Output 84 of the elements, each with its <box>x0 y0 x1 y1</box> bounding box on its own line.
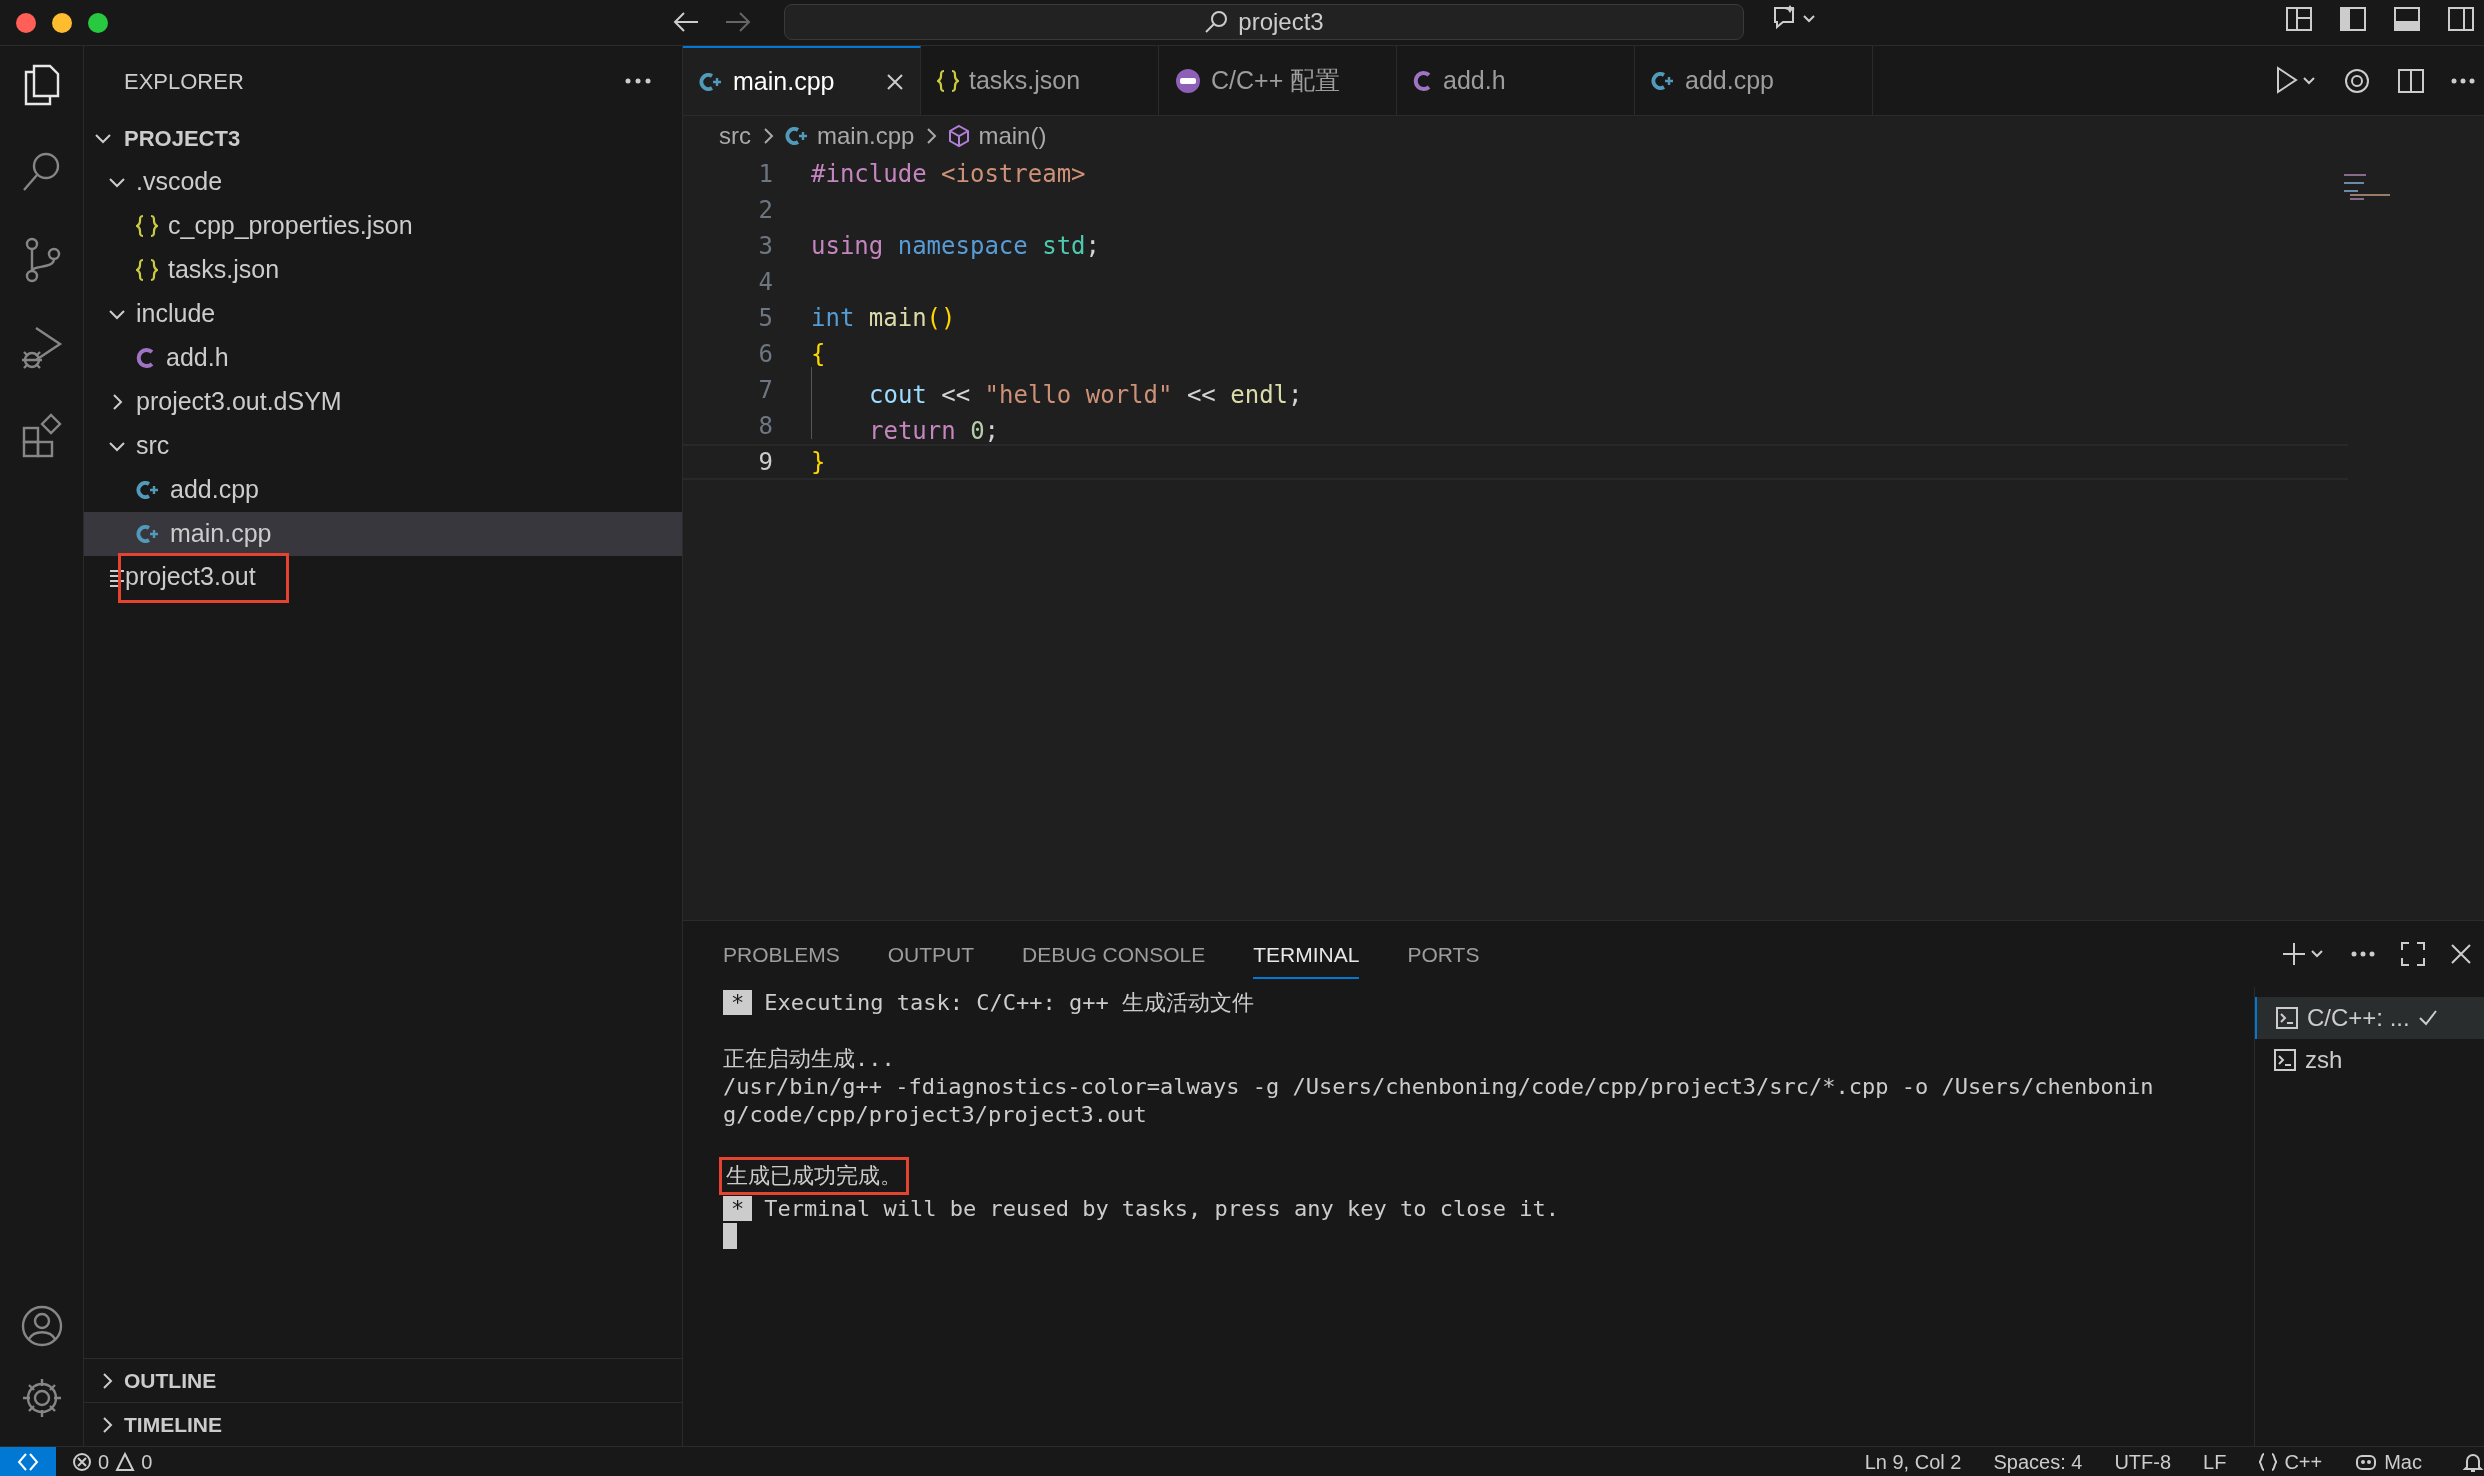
terminal-line: 正在启动生成... <box>723 1045 895 1073</box>
terminal-line: Executing task: C/C++: g++ 生成活动文件 <box>764 990 1254 1015</box>
tree-item[interactable]: c_cpp_properties.json <box>84 204 682 248</box>
terminal-line: Terminal will be reused by tasks, press any key to close it. <box>764 1196 1559 1221</box>
status-item[interactable]: C++ <box>2242 1446 2339 1476</box>
line-number: 8 <box>757 411 773 442</box>
panel-tab[interactable]: TERMINAL <box>1253 929 1360 979</box>
command-search-field[interactable]: project3 <box>784 4 1744 40</box>
check-icon <box>2417 1008 2438 1028</box>
line-number: 4 <box>757 267 773 298</box>
sidebar-title: EXPLORER <box>124 67 244 96</box>
tree-item[interactable]: src <box>84 424 682 468</box>
breadcrumb-item[interactable]: src <box>719 118 751 154</box>
code-line: int main() <box>811 303 956 334</box>
terminal-line: g/code/cpp/project3/project3.out <box>723 1102 1147 1127</box>
sidebar-toggle-icon[interactable] <box>2338 4 2368 34</box>
tree-item[interactable]: include <box>84 292 682 336</box>
line-number: 1 <box>757 159 773 190</box>
braces-icon <box>136 258 158 282</box>
error-icon <box>72 1451 92 1472</box>
more-icon[interactable] <box>2350 950 2376 958</box>
line-number: 3 <box>757 231 773 262</box>
breadcrumb-item[interactable]: main.cpp <box>785 118 915 154</box>
tree-item[interactable]: add.cpp <box>84 468 682 512</box>
close-icon[interactable] <box>2450 943 2472 965</box>
more-icon[interactable] <box>624 77 652 85</box>
remote-button[interactable] <box>0 1446 56 1476</box>
add-icon[interactable] <box>2282 941 2326 967</box>
editor-tab[interactable]: main.cpp <box>683 46 921 115</box>
problems-status[interactable]: 0 0 <box>56 1446 169 1476</box>
terminal-list-item[interactable]: zsh <box>2255 1039 2484 1081</box>
cube-icon <box>948 124 971 148</box>
panel-tab[interactable]: DEBUG CONSOLE <box>1022 929 1206 979</box>
braces-icon <box>937 68 959 93</box>
braces-icon <box>2258 1451 2279 1472</box>
code-line: } <box>811 447 826 478</box>
maximize-icon[interactable] <box>2400 941 2426 967</box>
line-number: 9 <box>757 447 773 478</box>
cpp-file-icon <box>136 522 160 546</box>
layout-icon[interactable] <box>2284 4 2314 34</box>
cpp-file-icon <box>785 124 809 148</box>
warning-icon <box>115 1451 136 1472</box>
line-number: 2 <box>757 195 773 226</box>
tree-item[interactable]: add.h <box>84 336 682 380</box>
status-item[interactable]: Spaces: 4 <box>1977 1446 2099 1476</box>
panel-tab[interactable]: OUTPUT <box>887 929 975 979</box>
more-icon[interactable] <box>2450 76 2476 85</box>
c-file-icon <box>1413 68 1433 93</box>
status-item[interactable]: Mac <box>2338 1446 2438 1476</box>
c-file-icon <box>136 346 156 370</box>
panel-tab[interactable]: PORTS <box>1407 929 1480 979</box>
terminal-icon <box>2273 1048 2297 1072</box>
code-line: { <box>811 339 826 370</box>
code-line: using namespace std; <box>811 231 1100 262</box>
panel-toggle-icon[interactable] <box>2392 4 2422 34</box>
settings-file-icon <box>1175 67 1201 94</box>
cpp-file-icon <box>136 478 160 502</box>
window-control-button[interactable] <box>52 12 72 33</box>
breadcrumb-item[interactable]: main() <box>948 118 1047 154</box>
secondary-sidebar-icon[interactable] <box>2446 4 2476 34</box>
tree-item[interactable]: .vscode <box>84 160 682 204</box>
section-header[interactable]: OUTLINE <box>84 1358 682 1402</box>
terminal-list-item[interactable]: C/C++: ... <box>2255 997 2484 1039</box>
status-item[interactable]: UTF-8 <box>2098 1446 2188 1476</box>
tree-item[interactable]: main.cpp <box>84 512 682 556</box>
tree-item[interactable]: project3.out.dSYM <box>84 380 682 424</box>
tree-item[interactable]: project3.out <box>84 556 682 600</box>
close-icon[interactable] <box>886 72 904 91</box>
braces-icon <box>136 214 158 238</box>
status-item[interactable]: Ln 9, Col 2 <box>1848 1446 1978 1476</box>
terminal-icon <box>2275 1006 2299 1030</box>
line-number: 5 <box>757 303 773 334</box>
terminal-line: /usr/bin/g++ -fdiagnostics-color=always -g /Users/chenboning/code/cpp/project3/src/*.cpp -o /Users/chenbonin <box>723 1074 2154 1099</box>
task-marker: * <box>723 990 753 1015</box>
tree-item[interactable]: PROJECT3 <box>84 116 682 160</box>
window-control-button[interactable] <box>16 12 36 33</box>
line-number: 6 <box>757 339 773 370</box>
panel-tab[interactable]: PROBLEMS <box>723 929 840 979</box>
tree-item[interactable]: tasks.json <box>84 248 682 292</box>
window-control-button[interactable] <box>88 12 108 33</box>
task-marker: * <box>723 1196 753 1221</box>
code-line: #include <iostream> <box>811 159 1086 190</box>
line-number: 7 <box>757 375 773 406</box>
status-item[interactable]: LF <box>2187 1446 2243 1476</box>
